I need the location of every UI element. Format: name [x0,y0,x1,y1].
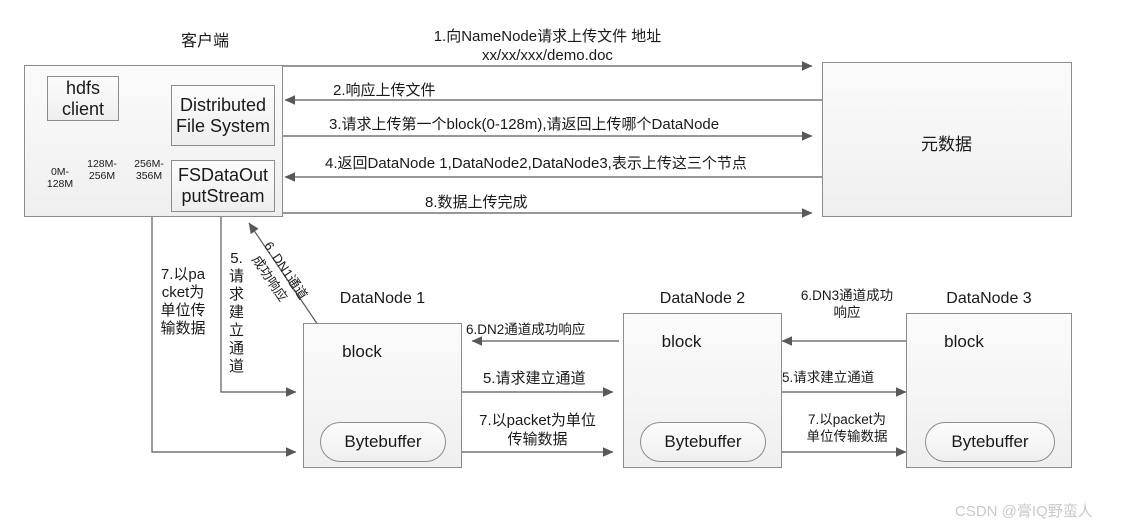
file-block-group: 0M- 128M 128M- 256M 256M- 356M [32,140,177,210]
message-label-8: 8.数据上传完成 [425,194,528,211]
file-segment-1: 128M- 256M [87,158,117,183]
dn1-block-doc: block [320,333,404,393]
message-label-4: 4.返回DataNode 1,DataNode2,DataNode3,表示上传这… [325,155,747,172]
file-segment-2: 256M- 356M [134,158,164,183]
dn1-block-label: block [342,342,382,361]
dn1-dn2-ack-label: 6.DN2通道成功响应 [466,322,586,337]
client-title: 客户端 [180,33,229,50]
diagram-canvas: 客户端 hdfs client 0M- 128M 128M- 256M 256M… [0,0,1142,529]
dfs-label-line1: Distributed [179,94,267,115]
distributed-file-system-box[interactable]: Distributed File System [171,85,275,146]
datanode-3-title: DataNode 3 [946,290,1032,307]
datanode-2-title: DataNode 2 [659,290,746,307]
fsdos-label-line1: FSDataOut [177,165,269,186]
message-label-1: 1.向NameNode请求上传文件 地址 xx/xx/xxx/demo.doc [433,28,662,64]
dn3-block-doc: block [922,323,1006,386]
dn1-dn2-packet-label: 7.以packet为单位 传输数据 [479,412,596,448]
message-label-3: 3.请求上传第一个block(0-128m),请返回上传哪个DataNode [329,116,720,133]
dn2-dn3-request-label: 5.请求建立通道 [782,370,875,385]
dn2-block-doc: block [640,323,723,386]
dn3-block-label: block [944,332,984,351]
channel-vertical-label: 5.请求建立通道 [228,250,244,375]
dn1-dn2-request-label: 5.请求建立通道 [483,370,586,387]
hdfs-client-label-line2: client [61,98,105,119]
fsdataoutputstream-box[interactable]: FSDataOut putStream [171,160,275,212]
metadata-doc: 元数据 [883,104,1010,184]
dn2-bytebuffer[interactable]: Bytebuffer [640,422,766,462]
dn1-bytebuffer[interactable]: Bytebuffer [320,422,446,462]
metadata-label: 元数据 [921,135,972,154]
message-label-2: 2.响应上传文件 [333,82,436,99]
dfs-label-line2: File System [175,115,271,136]
watermark: CSDN @膏IQ野蛮人 [955,503,1093,520]
fsdos-label-line2: putStream [181,186,265,206]
hdfs-client-label-line1: hdfs [65,77,101,98]
packet-vertical-label: 7.以packet为单位传输数据 [160,266,206,337]
file-segment-0: 0M- 128M [46,166,74,191]
dn2-dn3-packet-label: 7.以packet为 单位传输数据 [806,412,888,444]
dn3-bytebuffer[interactable]: Bytebuffer [925,422,1055,462]
hdfs-client-box[interactable]: hdfs client [47,76,119,121]
dn2-block-label: block [661,332,702,351]
datanode-1-title: DataNode 1 [339,290,426,307]
dn2-dn3-ack-label: 6.DN3通道成功 响应 [800,288,894,320]
